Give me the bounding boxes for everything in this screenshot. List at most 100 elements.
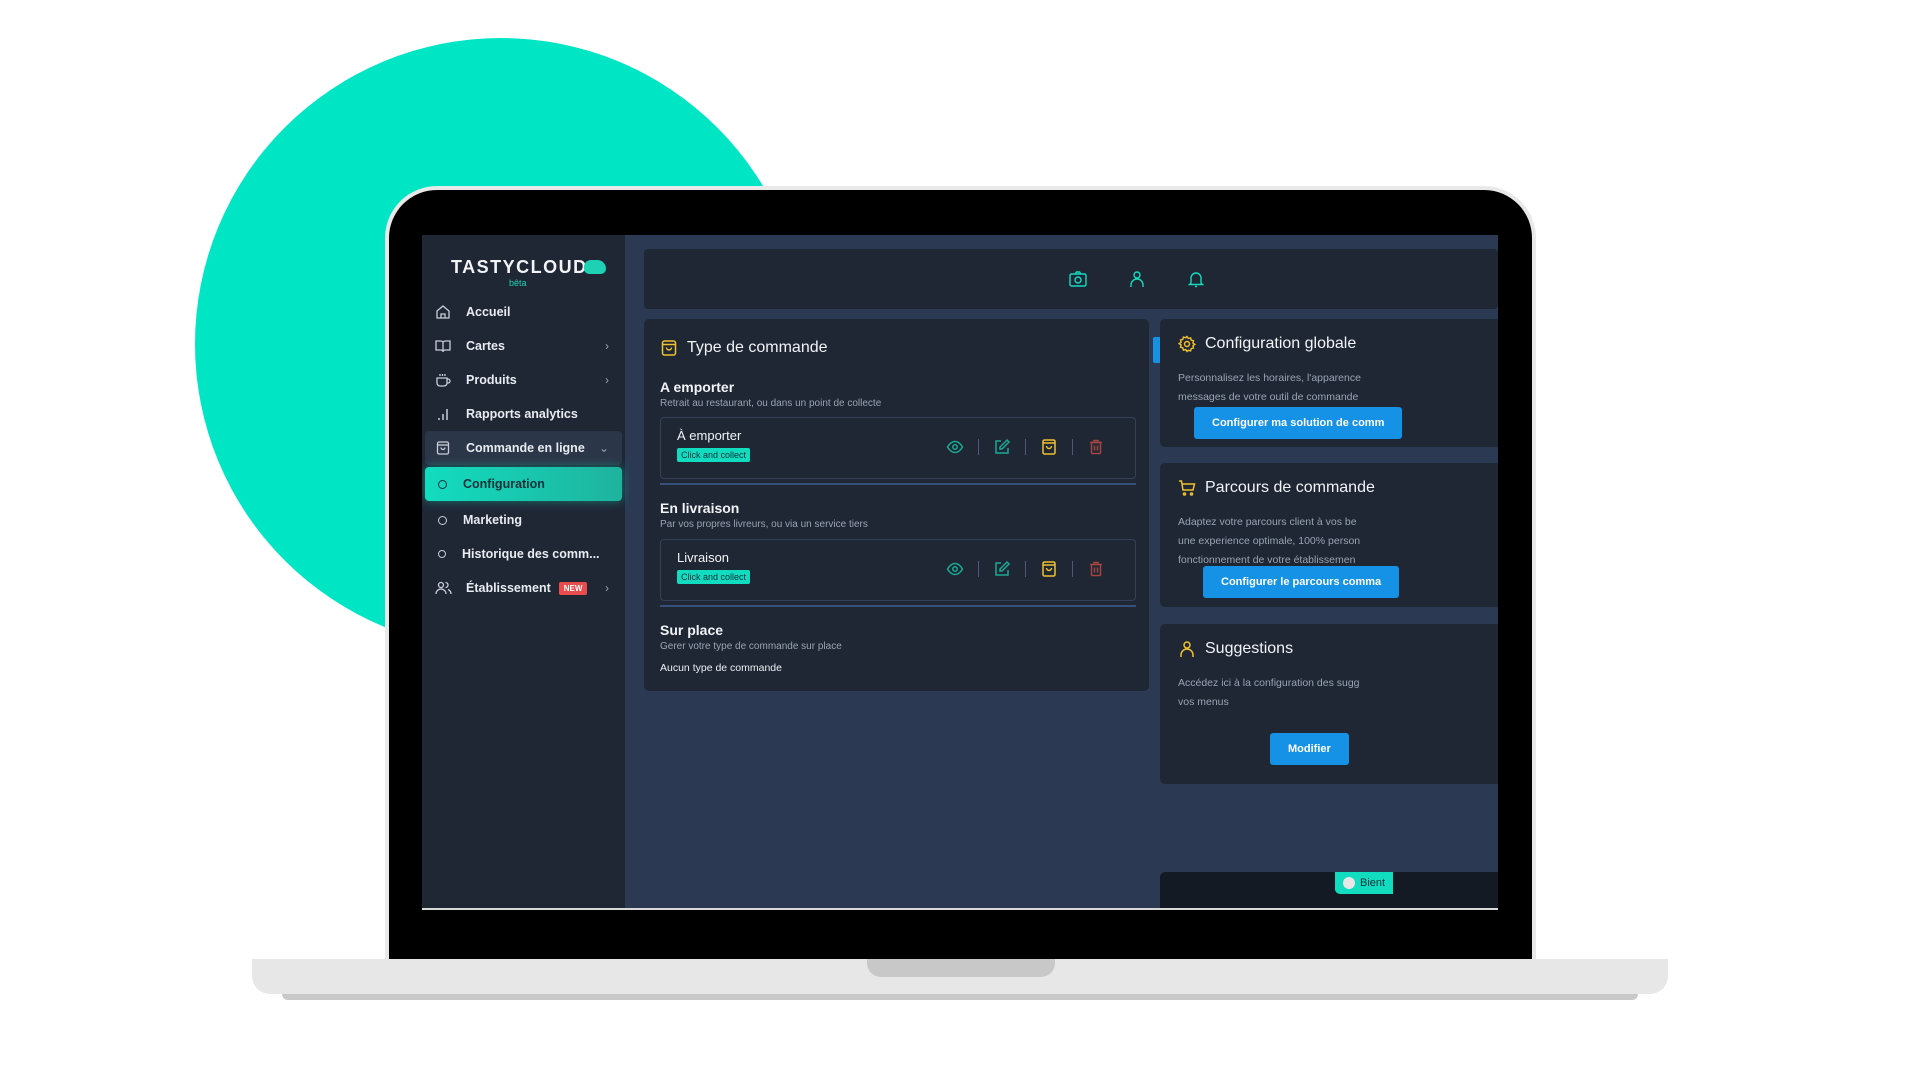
shopping-bag-icon[interactable] [1040,560,1058,578]
sidebar: TASTYCLOUD bêta Accueil Cartes › Produit… [422,235,625,908]
sidebar-item-cartes[interactable]: Cartes › [422,329,625,363]
section-title: A emporter [660,379,735,395]
coming-soon-label: Bient [1360,877,1386,889]
camera-icon[interactable] [1068,269,1088,289]
sidebar-item-label: Accueil [466,305,511,319]
chevron-down-icon: ⌄ [598,441,609,455]
eye-icon[interactable] [946,560,964,578]
order-journey-heading: Parcours de commande [1178,479,1375,497]
order-journey-card: Parcours de commande Adaptez votre parco… [1160,463,1498,607]
suggestions-heading: Suggestions [1178,640,1293,658]
eye-icon[interactable] [946,438,964,456]
chevron-right-icon: › [605,373,609,387]
user-icon [1178,640,1196,658]
separator [1072,561,1073,577]
card-title: Parcours de commande [1205,479,1375,496]
gear-icon [1178,335,1196,353]
book-open-icon [434,337,452,355]
edit-icon[interactable] [993,438,1011,456]
order-type-row: À emporter Click and collect [660,417,1136,479]
sidebar-item-produits[interactable]: Produits › [422,363,625,397]
order-types-card: Type de commande Actions ⌄ A emporter Re… [644,319,1234,691]
bell-icon[interactable] [1186,269,1206,289]
card-description: Accédez ici à la configuration des sugg … [1178,674,1360,712]
app-screen: TASTYCLOUD bêta Accueil Cartes › Produit… [422,235,1498,910]
card-title: Suggestions [1205,640,1294,657]
sidebar-item-label: Historique des comm... [462,547,600,561]
order-types-title: Type de commande [687,339,828,356]
sidebar-item-label: Produits [466,373,517,387]
coffee-cup-icon [434,371,452,389]
global-config-card: Configuration globale Personnalisez les … [1160,319,1498,447]
laptop-notch [867,959,1055,977]
separator [1025,439,1026,455]
description-line: Personnalisez les horaires, l'apparence [1178,372,1361,384]
card-title: Configuration globale [1205,335,1357,352]
card-description: Personnalisez les horaires, l'apparence … [1178,369,1361,407]
order-types-heading: Type de commande [660,339,828,357]
order-type-badge: Click and collect [677,570,751,584]
clock-icon [1343,877,1355,889]
chevron-right-icon: › [605,581,609,595]
sidebar-item-label: Commande en ligne [466,441,585,455]
description-line: une experience optimale, 100% person [1178,535,1361,547]
sidebar-item-rapports[interactable]: Rapports analytics [422,397,625,431]
new-badge: NEW [558,581,588,595]
beta-tag: bêta [509,278,527,288]
order-type-row: Livraison Click and collect [660,539,1136,601]
shopping-bag-icon [660,339,678,357]
chevron-right-icon: › [605,339,609,353]
edit-icon[interactable] [993,560,1011,578]
configure-solution-button[interactable]: Configurer ma solution de comm [1194,407,1403,439]
top-bar [644,249,1498,309]
order-type-name: Livraison [677,550,730,565]
section-subtitle: Gerer votre type de commande sur place [660,641,842,652]
section-title: Sur place [660,622,724,638]
empty-state-text: Aucun type de commande [660,662,782,674]
sidebar-item-etablissement[interactable]: Établissement NEW › [422,571,625,605]
sidebar-item-label: Cartes [466,339,505,353]
section-divider [660,483,1136,485]
sidebar-item-accueil[interactable]: Accueil [422,295,625,329]
order-type-badge: Click and collect [677,448,751,462]
brand-logo[interactable]: TASTYCLOUD [451,257,606,278]
circle-icon [438,550,446,558]
sidebar-item-commande-en-ligne[interactable]: Commande en ligne ⌄ [425,431,622,465]
trash-icon[interactable] [1087,438,1105,456]
brand-name: TASTYCLOUD [451,257,588,277]
sidebar-item-label: Marketing [463,513,523,527]
cart-icon [1178,479,1196,497]
row-actions [946,560,1105,578]
description-line: Adaptez votre parcours client à vos be [1178,516,1357,528]
description-line: Accédez ici à la configuration des sugg [1178,677,1360,689]
description-line: messages de votre outil de commande [1178,391,1359,403]
order-type-name: À emporter [677,428,742,443]
circle-icon [438,515,447,525]
laptop-base-shadow [282,994,1638,1000]
bar-chart-icon [434,405,452,423]
coming-soon-badge: Bient [1335,872,1394,894]
section-title: En livraison [660,500,740,516]
separator [978,439,979,455]
cloud-icon [583,260,606,274]
sidebar-subitem-configuration[interactable]: Configuration [425,467,622,501]
separator [978,561,979,577]
card-description: Adaptez votre parcours client à vos be u… [1178,513,1360,570]
trash-icon[interactable] [1087,560,1105,578]
description-line: vos menus [1178,696,1229,708]
sidebar-nav: Accueil Cartes › Produits › Rapports ana… [422,295,625,605]
upcoming-feature-card: Bient [1160,872,1498,908]
configure-journey-button[interactable]: Configurer le parcours comma [1203,566,1400,598]
suggestions-card: Suggestions Accédez ici à la configurati… [1160,624,1498,784]
shopping-bag-icon[interactable] [1040,438,1058,456]
sidebar-item-label: Établissement [466,581,551,595]
user-icon[interactable] [1127,269,1147,289]
shopping-bag-icon [434,439,452,457]
sidebar-item-label: Rapports analytics [466,407,578,421]
sidebar-subitem-historique[interactable]: Historique des comm... [422,537,625,571]
global-config-heading: Configuration globale [1178,335,1356,353]
modify-suggestions-button[interactable]: Modifier [1270,733,1349,765]
section-subtitle: Par vos propres livreurs, ou via un serv… [660,519,868,530]
sidebar-item-label: Configuration [463,477,545,491]
sidebar-subitem-marketing[interactable]: Marketing [422,503,625,537]
